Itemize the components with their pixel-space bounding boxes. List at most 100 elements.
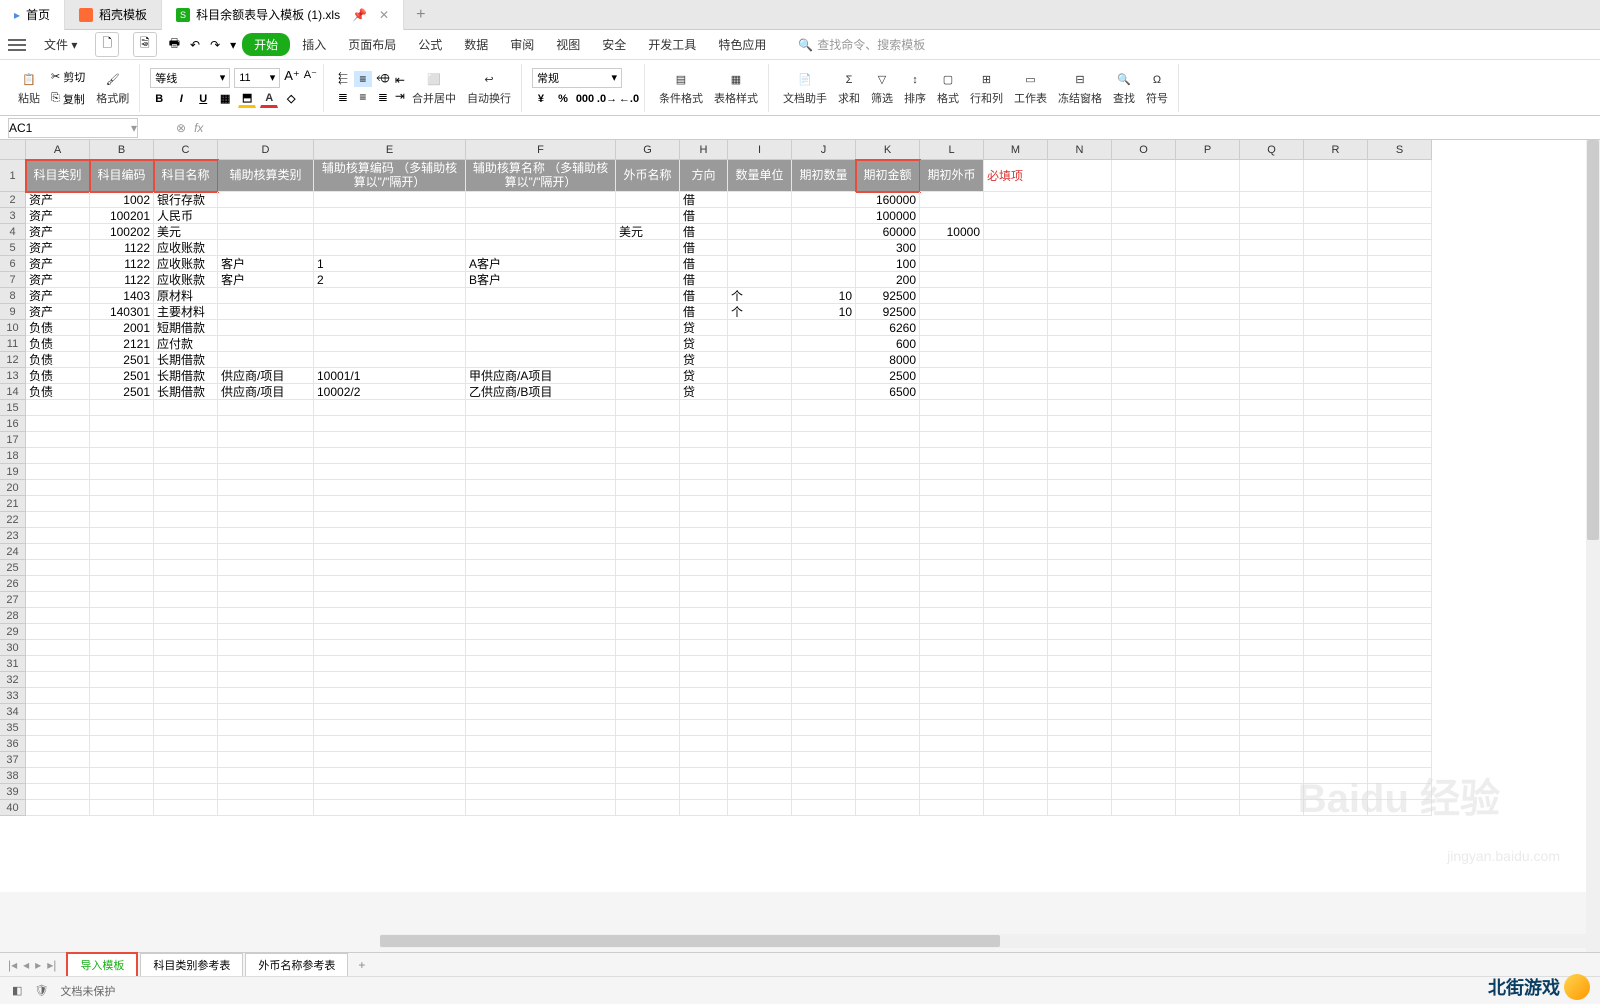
cell[interactable]	[920, 272, 984, 288]
cell[interactable]: 客户	[218, 256, 314, 272]
sheet-prev-icon[interactable]: ◂	[23, 958, 29, 972]
cell[interactable]	[728, 400, 792, 416]
cell[interactable]	[218, 528, 314, 544]
col-header-O[interactable]: O	[1112, 140, 1176, 160]
cell[interactable]	[218, 784, 314, 800]
cell[interactable]	[466, 576, 616, 592]
cell[interactable]	[154, 800, 218, 816]
cell[interactable]	[314, 608, 466, 624]
cell[interactable]	[218, 448, 314, 464]
cell[interactable]	[1304, 240, 1368, 256]
cell[interactable]	[1240, 592, 1304, 608]
name-box[interactable]: AC1▾	[8, 118, 138, 138]
row-header[interactable]: 30	[0, 640, 26, 656]
cell[interactable]	[466, 416, 616, 432]
cell[interactable]	[1112, 480, 1176, 496]
cell[interactable]: 主要材料	[154, 304, 218, 320]
cell[interactable]	[856, 768, 920, 784]
cell[interactable]	[680, 768, 728, 784]
cell[interactable]	[616, 288, 680, 304]
cell[interactable]	[1112, 320, 1176, 336]
cell[interactable]	[466, 512, 616, 528]
symbol-button[interactable]: Ω符号	[1142, 68, 1172, 108]
cell[interactable]	[616, 208, 680, 224]
cell[interactable]	[1176, 704, 1240, 720]
cell[interactable]	[920, 688, 984, 704]
cell[interactable]: 乙供应商/B项目	[466, 384, 616, 400]
cell[interactable]	[792, 784, 856, 800]
cell[interactable]: 600	[856, 336, 920, 352]
cell[interactable]	[616, 656, 680, 672]
cell[interactable]: 应收账款	[154, 272, 218, 288]
cell[interactable]	[1304, 336, 1368, 352]
font-name-combo[interactable]: 等线▾	[150, 68, 230, 88]
cell[interactable]	[218, 560, 314, 576]
cell[interactable]	[984, 592, 1048, 608]
cell[interactable]: 2501	[90, 384, 154, 400]
cell[interactable]	[792, 672, 856, 688]
cell[interactable]	[26, 400, 90, 416]
header-cell[interactable]	[1240, 160, 1304, 192]
header-cell[interactable]	[1048, 160, 1112, 192]
cell[interactable]	[1240, 768, 1304, 784]
cell[interactable]: 贷	[680, 368, 728, 384]
cell[interactable]	[1304, 736, 1368, 752]
cell[interactable]	[466, 800, 616, 816]
row-header[interactable]: 27	[0, 592, 26, 608]
cell[interactable]	[856, 512, 920, 528]
format-button[interactable]: ▢格式	[933, 68, 963, 108]
cell[interactable]	[1112, 608, 1176, 624]
cell[interactable]	[984, 416, 1048, 432]
cell[interactable]: 2001	[90, 320, 154, 336]
cell[interactable]	[218, 240, 314, 256]
col-header-M[interactable]: M	[984, 140, 1048, 160]
cell[interactable]: 借	[680, 192, 728, 208]
cell[interactable]	[314, 192, 466, 208]
cell[interactable]	[314, 480, 466, 496]
cell[interactable]	[1304, 368, 1368, 384]
cell[interactable]	[616, 400, 680, 416]
cell[interactable]	[1304, 464, 1368, 480]
cell[interactable]: 长期借款	[154, 368, 218, 384]
indent-inc-icon[interactable]: ⇥	[395, 89, 405, 103]
cell[interactable]	[680, 800, 728, 816]
cell[interactable]	[1048, 192, 1112, 208]
cell[interactable]	[218, 320, 314, 336]
cell[interactable]	[154, 416, 218, 432]
cell[interactable]	[154, 464, 218, 480]
cell[interactable]	[26, 736, 90, 752]
cell[interactable]: 92500	[856, 288, 920, 304]
cell[interactable]	[154, 400, 218, 416]
cell[interactable]	[1368, 736, 1432, 752]
cell[interactable]	[920, 192, 984, 208]
cell[interactable]	[1176, 416, 1240, 432]
cell[interactable]	[26, 704, 90, 720]
cell[interactable]	[680, 624, 728, 640]
hamburger-icon[interactable]	[8, 38, 26, 52]
cell[interactable]	[314, 576, 466, 592]
cell[interactable]	[1368, 560, 1432, 576]
cell[interactable]	[154, 608, 218, 624]
cell[interactable]	[26, 464, 90, 480]
cell[interactable]	[1304, 432, 1368, 448]
cell[interactable]	[616, 384, 680, 400]
menu-formula[interactable]: 公式	[408, 32, 452, 57]
cell[interactable]	[218, 736, 314, 752]
cell[interactable]: 负债	[26, 320, 90, 336]
fill-button[interactable]: ⬒	[238, 90, 256, 108]
cell[interactable]	[314, 800, 466, 816]
align-tc-icon[interactable]: ≡	[354, 71, 372, 87]
menu-dev[interactable]: 开发工具	[638, 32, 706, 57]
cell[interactable]	[920, 672, 984, 688]
row-header[interactable]: 36	[0, 736, 26, 752]
cell[interactable]	[314, 672, 466, 688]
indent-dec-icon[interactable]: ⇤	[395, 73, 405, 87]
cell[interactable]	[1304, 640, 1368, 656]
cell[interactable]	[920, 304, 984, 320]
cell[interactable]	[1048, 304, 1112, 320]
cell[interactable]: 资产	[26, 256, 90, 272]
header-cell[interactable]: 方向	[680, 160, 728, 192]
cell[interactable]	[218, 688, 314, 704]
cell[interactable]	[314, 400, 466, 416]
cell[interactable]	[984, 400, 1048, 416]
